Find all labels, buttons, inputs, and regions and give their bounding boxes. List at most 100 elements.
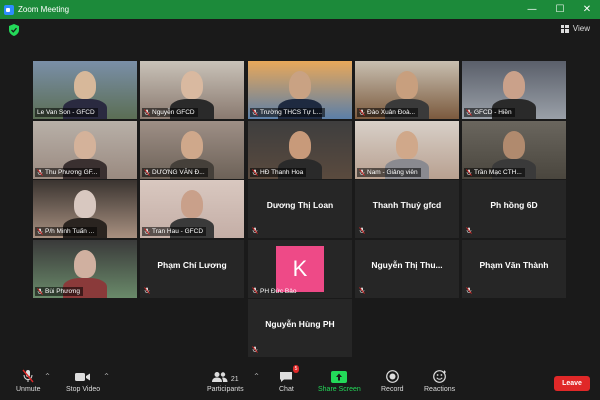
record-icon xyxy=(385,369,399,383)
participant-name: Thu Phương GF... xyxy=(45,169,98,176)
participant-tile[interactable]: Thanh Thuỷ gfcd xyxy=(355,180,459,238)
video-camera-icon xyxy=(75,369,91,383)
participant-name: Đào Xuân Đoà... xyxy=(367,109,416,116)
participant-name-label: P/h Minh Tuấn ... xyxy=(35,227,98,236)
mic-off-icon xyxy=(359,109,365,116)
participant-name: Le Van Son - GFCD xyxy=(37,109,95,116)
video-options-caret[interactable]: ^ xyxy=(104,373,109,380)
chat-bubble-icon: 5 xyxy=(279,365,300,383)
mic-off-icon xyxy=(252,346,258,353)
participant-tile[interactable]: Bùi Phương xyxy=(33,240,137,298)
participant-tile[interactable]: GFCD - Hiền xyxy=(462,61,566,119)
participant-name: DƯƠNG VĂN Đ... xyxy=(152,169,205,176)
participant-name: Phạm Văn Thành xyxy=(479,260,549,270)
chat-button[interactable]: 5 Chat xyxy=(279,365,300,393)
participant-name-label: Đào Xuân Đoà... xyxy=(357,108,419,117)
participant-tile[interactable]: Phạm Chí Lương xyxy=(140,240,244,298)
participant-name: Nguyễn Thị Thu... xyxy=(371,260,443,270)
participant-name-label: Tran Hau - GFCD xyxy=(142,227,207,236)
participant-tile[interactable]: Nam - Giảng viên xyxy=(355,121,459,179)
mic-off-icon xyxy=(466,109,472,116)
participant-name-label: DƯƠNG VĂN Đ... xyxy=(142,168,208,177)
reactions-button[interactable]: Reactions xyxy=(424,369,455,393)
participant-tile[interactable]: Tran Hau - GFCD xyxy=(140,180,244,238)
chat-label: Chat xyxy=(279,386,294,393)
participant-name: PH Đức Bảo xyxy=(260,288,297,295)
participant-name: Nguyễn Hùng PH xyxy=(265,319,335,329)
participant-tile[interactable]: Nguyễn GFCD xyxy=(140,61,244,119)
participant-name-label: Bùi Phương xyxy=(35,287,83,296)
participant-name-label: Thu Phương GF... xyxy=(35,168,101,177)
participants-button[interactable]: 21 Participants xyxy=(207,369,244,393)
mic-off-icon xyxy=(466,227,472,234)
mic-off-icon xyxy=(252,109,258,116)
mic-off-icon xyxy=(37,228,43,235)
participant-name-label: Le Van Son - GFCD xyxy=(35,108,98,117)
mic-off-icon xyxy=(22,369,34,383)
mic-off-icon xyxy=(144,287,150,294)
mic-off-icon xyxy=(359,227,365,234)
participant-tile[interactable]: DƯƠNG VĂN Đ... xyxy=(140,121,244,179)
participants-label: Participants xyxy=(207,386,244,393)
participants-count: 21 xyxy=(230,376,239,383)
participant-tile[interactable]: Ph hồng 6D xyxy=(462,180,566,238)
participant-tile[interactable]: Trường THCS Tự L... xyxy=(248,61,352,119)
participant-tile[interactable]: Phạm Văn Thành xyxy=(462,240,566,298)
participant-name: HĐ Thanh Hoa xyxy=(260,169,304,176)
participant-name: P/h Minh Tuấn ... xyxy=(45,228,95,235)
unmute-button[interactable]: Unmute xyxy=(16,369,41,393)
mic-off-icon xyxy=(144,228,150,235)
participant-name: Bùi Phương xyxy=(45,288,80,295)
participant-name-label: Nguyễn GFCD xyxy=(142,108,198,117)
record-button[interactable]: Record xyxy=(381,369,404,393)
participant-tile[interactable]: P/h Minh Tuấn ... xyxy=(33,180,137,238)
participant-name: Dương Thị Loan xyxy=(266,200,334,210)
participant-name: Trường THCS Tự L... xyxy=(260,109,322,116)
mic-off-icon xyxy=(37,288,43,295)
participant-tile[interactable]: Le Van Son - GFCD xyxy=(33,61,137,119)
participant-name-label: Trần Mạc CTH... xyxy=(464,168,525,177)
participant-name-label: GFCD - Hiền xyxy=(464,108,515,117)
mic-off-icon xyxy=(252,287,258,294)
participant-name: Trần Mạc CTH... xyxy=(474,169,522,176)
participant-tile[interactable]: Đào Xuân Đoà... xyxy=(355,61,459,119)
stop-video-button[interactable]: Stop Video xyxy=(66,369,100,393)
participant-name: Nam - Giảng viên xyxy=(367,169,418,176)
participants-options-caret[interactable]: ^ xyxy=(254,373,259,380)
participant-name: GFCD - Hiền xyxy=(474,109,512,116)
record-label: Record xyxy=(381,386,404,393)
share-screen-icon xyxy=(331,369,348,383)
audio-options-caret[interactable]: ^ xyxy=(45,373,50,380)
participant-name: Ph hồng 6D xyxy=(490,200,538,210)
participant-tile[interactable]: HĐ Thanh Hoa xyxy=(248,121,352,179)
mic-off-icon xyxy=(359,287,365,294)
participant-name-label: Trường THCS Tự L... xyxy=(250,108,325,117)
participant-tile[interactable]: Trần Mạc CTH... xyxy=(462,121,566,179)
participant-name-label: HĐ Thanh Hoa xyxy=(250,168,307,177)
leave-button[interactable]: Leave xyxy=(554,376,590,391)
mic-off-icon xyxy=(466,169,472,176)
unmute-label: Unmute xyxy=(16,386,41,393)
participant-name-label: Nam - Giảng viên xyxy=(357,168,421,177)
participant-tile[interactable]: Nguyễn Thị Thu... xyxy=(355,240,459,298)
share-screen-button[interactable]: Share Screen xyxy=(318,369,361,393)
avatar: K xyxy=(276,246,324,292)
chat-unread-badge: 5 xyxy=(292,365,300,373)
smiley-icon xyxy=(432,369,447,383)
share-screen-label: Share Screen xyxy=(318,386,361,393)
participant-tile[interactable]: Dương Thị Loan xyxy=(248,180,352,238)
participant-tile[interactable]: Nguyễn Hùng PH xyxy=(248,299,352,357)
mic-off-icon xyxy=(252,227,258,234)
participant-name: Phạm Chí Lương xyxy=(157,260,227,270)
participant-tile[interactable]: Thu Phương GF... xyxy=(33,121,137,179)
participant-name: Thanh Thuỷ gfcd xyxy=(372,200,442,210)
mic-off-icon xyxy=(359,169,365,176)
participant-tile[interactable]: K PH Đức Bảo xyxy=(248,240,352,298)
mic-off-icon xyxy=(466,287,472,294)
participant-name: Tran Hau - GFCD xyxy=(152,228,204,235)
stop-video-label: Stop Video xyxy=(66,386,101,393)
reactions-label: Reactions xyxy=(424,386,456,393)
mic-off-icon xyxy=(144,169,150,176)
mic-off-icon xyxy=(144,109,150,116)
participants-icon: 21 xyxy=(211,369,239,383)
